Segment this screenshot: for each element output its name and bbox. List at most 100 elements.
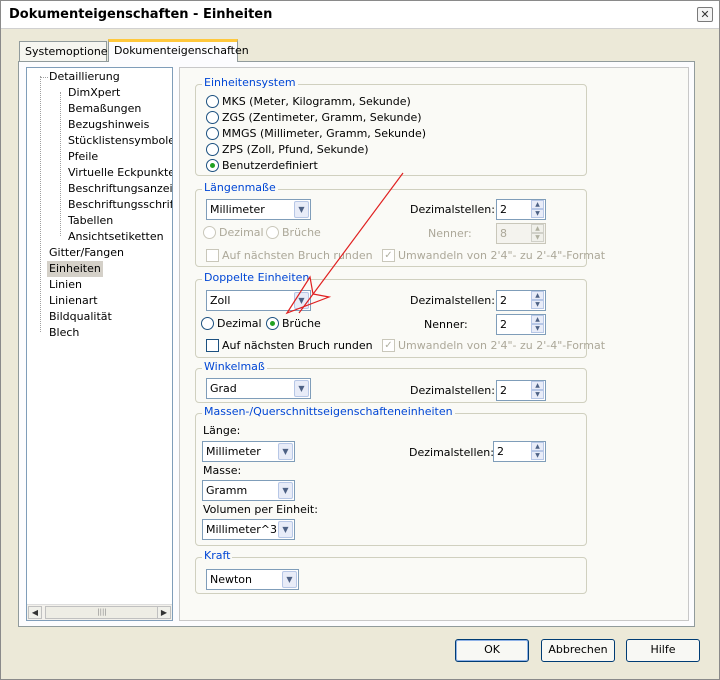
volumen-label: Volumen per Einheit: (203, 503, 318, 516)
help-button[interactable]: Hilfe (626, 639, 700, 662)
tree-connector (60, 92, 61, 236)
radio-indicator (203, 225, 216, 239)
tree-item-gitter-fangen[interactable]: Gitter/Fangen (47, 245, 126, 261)
tree-horizontal-scrollbar[interactable]: ◀ |||| ▶ (27, 604, 172, 620)
tree-item-detaillierung[interactable]: Detaillierung (47, 69, 122, 85)
close-button[interactable]: ✕ (697, 7, 713, 22)
checkbox-indicator (206, 248, 219, 262)
spin-up-icon[interactable]: ▲ (531, 315, 544, 324)
cancel-button[interactable]: Abbrechen (541, 639, 615, 662)
tree-item-bemassungen[interactable]: Bemaßungen (66, 101, 143, 117)
spin-down-icon[interactable]: ▼ (531, 233, 544, 242)
group-title: Doppelte Einheiten (202, 271, 312, 284)
radio-indicator-selected (266, 316, 279, 330)
spin-up-icon[interactable]: ▲ (531, 291, 544, 300)
massen-laenge-select[interactable]: Millimeter ▼ (202, 441, 295, 462)
chevron-down-icon: ▼ (278, 482, 293, 499)
scroll-right-icon[interactable]: ▶ (157, 606, 171, 619)
radio-indicator (206, 126, 219, 140)
spin-up-icon[interactable]: ▲ (531, 224, 544, 233)
spin-down-icon[interactable]: ▼ (531, 324, 544, 333)
laengen-nenner-spinner[interactable]: 8 ▲ ▼ (496, 223, 546, 244)
masse-label: Masse: (203, 464, 242, 477)
spin-up-icon[interactable]: ▲ (531, 442, 544, 451)
radio-indicator (266, 225, 279, 239)
chevron-down-icon: ▼ (294, 380, 309, 397)
laengen-unit-select[interactable]: Millimeter ▼ (206, 199, 311, 220)
scroll-left-icon[interactable]: ◀ (28, 606, 42, 619)
tree-item-linienart[interactable]: Linienart (47, 293, 100, 309)
tree-item-bildqualitaet[interactable]: Bildqualität (47, 309, 114, 325)
massen-dezimalstellen-spinner[interactable]: 2 ▲ ▼ (493, 441, 546, 462)
winkel-dezimalstellen-spinner[interactable]: 2 ▲ ▼ (496, 380, 546, 401)
radio-laengen-brueche[interactable]: Brüche (266, 225, 321, 242)
spin-down-icon[interactable]: ▼ (531, 300, 544, 309)
category-tree: Detaillierung DimXpert Bemaßungen Bezugs… (26, 67, 173, 621)
radio-zps[interactable]: ZPS (Zoll, Pfund, Sekunde) (206, 142, 369, 159)
scroll-thumb[interactable]: |||| (45, 606, 159, 619)
group-einheitensystem: Einheitensystem MKS (Meter, Kilogramm, S… (195, 76, 587, 176)
tree-item-beschriftungsanzeige[interactable]: Beschriftungsanzeige (66, 181, 172, 197)
tree-item-einheiten[interactable]: Einheiten (47, 261, 103, 277)
tree-item-ansichtsetiketten[interactable]: Ansichtsetiketten (66, 229, 166, 245)
tree-item-dimxpert[interactable]: DimXpert (66, 85, 122, 101)
check-icon: ✓ (382, 338, 395, 352)
massen-masse-select[interactable]: Gramm ▼ (202, 480, 295, 501)
group-doppelte-einheiten: Doppelte Einheiten Zoll ▼ Dezimalstellen… (195, 271, 605, 358)
group-massen-einheiten: Massen-/Querschnittseigenschafteneinheit… (195, 405, 587, 546)
chevron-down-icon: ▼ (282, 571, 297, 588)
nenner-label: Nenner: (428, 227, 472, 240)
tree-item-beschriftungsschriftart[interactable]: Beschriftungsschriftart (66, 197, 172, 213)
check-icon: ✓ (382, 248, 395, 262)
radio-indicator (201, 316, 214, 330)
group-laengenmasse: Längenmaße Millimeter ▼ Dezimalstellen: … (195, 181, 605, 267)
title-bar: Dokumenteigenschaften - Einheiten ✕ (1, 1, 719, 29)
doppelte-unit-select[interactable]: Zoll ▼ (206, 290, 311, 311)
kraft-unit-select[interactable]: Newton ▼ (206, 569, 299, 590)
check-doppelte-runden[interactable]: Auf nächsten Bruch runden (206, 338, 373, 355)
checkbox-indicator (206, 338, 219, 352)
massen-volumen-select[interactable]: Millimeter^3 ▼ (202, 519, 295, 540)
chevron-down-icon: ▼ (294, 292, 309, 309)
spin-down-icon[interactable]: ▼ (531, 209, 544, 218)
tab-systemoptionen[interactable]: Systemoptionen (19, 41, 115, 61)
tree-item-pfeile[interactable]: Pfeile (66, 149, 100, 165)
laenge-label: Länge: (203, 424, 241, 437)
doppelte-dezimalstellen-spinner[interactable]: 2 ▲ ▼ (496, 290, 546, 311)
dezimalstellen-label: Dezimalstellen: (409, 446, 494, 459)
radio-mmgs[interactable]: MMGS (Millimeter, Gramm, Sekunde) (206, 126, 426, 143)
ok-button[interactable]: OK (455, 639, 529, 662)
spin-down-icon[interactable]: ▼ (531, 390, 544, 399)
tab-dokumenteigenschaften[interactable]: Dokumenteigenschaften (108, 39, 249, 62)
laengen-dezimalstellen-spinner[interactable]: 2 ▲ ▼ (496, 199, 546, 220)
radio-benutzerdefiniert[interactable]: Benutzerdefiniert (206, 158, 318, 175)
radio-indicator (206, 94, 219, 108)
dezimalstellen-label: Dezimalstellen: (410, 384, 495, 397)
group-title: Massen-/Querschnittseigenschafteneinheit… (202, 405, 455, 418)
check-laengen-umwandeln[interactable]: ✓ Umwandeln von 2'4"- zu 2'-4"-Format (382, 248, 605, 265)
chevron-down-icon: ▼ (294, 201, 309, 218)
tree-item-linien[interactable]: Linien (47, 277, 84, 293)
window-title: Dokumenteigenschaften - Einheiten (9, 7, 273, 22)
dezimalstellen-label: Dezimalstellen: (410, 294, 495, 307)
doppelte-nenner-spinner[interactable]: 2 ▲ ▼ (496, 314, 546, 335)
winkel-unit-select[interactable]: Grad ▼ (206, 378, 311, 399)
group-title: Längenmaße (202, 181, 278, 194)
check-doppelte-umwandeln[interactable]: ✓ Umwandeln von 2'4"- zu 2'-4"-Format (382, 338, 605, 355)
tree-item-virtuelle-eckpunkte[interactable]: Virtuelle Eckpunkte (66, 165, 172, 181)
spin-up-icon[interactable]: ▲ (531, 381, 544, 390)
chevron-down-icon: ▼ (278, 521, 293, 538)
tree-item-bezugshinweis[interactable]: Bezugshinweis (66, 117, 151, 133)
tree-connector (40, 76, 41, 332)
check-laengen-runden[interactable]: Auf nächsten Bruch runden (206, 248, 373, 265)
radio-laengen-dezimal[interactable]: Dezimal (203, 225, 264, 242)
radio-doppelte-dezimal[interactable]: Dezimal (201, 316, 262, 333)
tree-item-tabellen[interactable]: Tabellen (66, 213, 115, 229)
tree-item-blech[interactable]: Blech (47, 325, 81, 341)
radio-mks[interactable]: MKS (Meter, Kilogramm, Sekunde) (206, 94, 411, 111)
tree-item-stuecklistensymbole[interactable]: Stücklistensymbole (66, 133, 172, 149)
radio-zgs[interactable]: ZGS (Zentimeter, Gramm, Sekunde) (206, 110, 422, 127)
radio-doppelte-brueche[interactable]: Brüche (266, 316, 321, 333)
spin-up-icon[interactable]: ▲ (531, 200, 544, 209)
spin-down-icon[interactable]: ▼ (531, 451, 544, 460)
